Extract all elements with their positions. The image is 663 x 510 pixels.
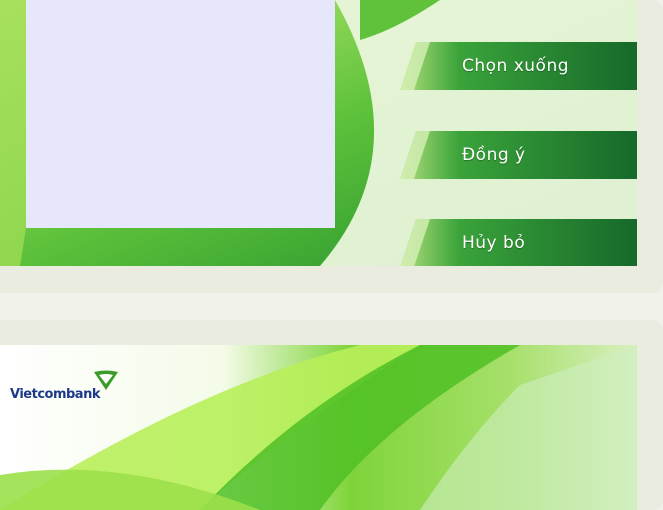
cancel-label: Hủy bỏ xyxy=(462,233,526,253)
brand-name: Vietcombank xyxy=(10,387,100,402)
confirm-button[interactable]: Đồng ý xyxy=(400,131,637,179)
scroll-down-button[interactable]: Chọn xuống xyxy=(400,42,637,90)
scroll-down-label: Chọn xuống xyxy=(462,56,570,76)
atm-screen-card-top: Chọn xuống Đồng ý Hủy bỏ xyxy=(0,0,663,293)
cancel-button[interactable]: Hủy bỏ xyxy=(400,219,637,266)
atm-screen-bottom: Vietcombank xyxy=(0,345,637,510)
content-panel xyxy=(26,0,335,228)
confirm-label: Đồng ý xyxy=(462,145,526,165)
vietcombank-logo: Vietcombank xyxy=(10,370,150,410)
atm-screen-top: Chọn xuống Đồng ý Hủy bỏ xyxy=(0,0,637,266)
